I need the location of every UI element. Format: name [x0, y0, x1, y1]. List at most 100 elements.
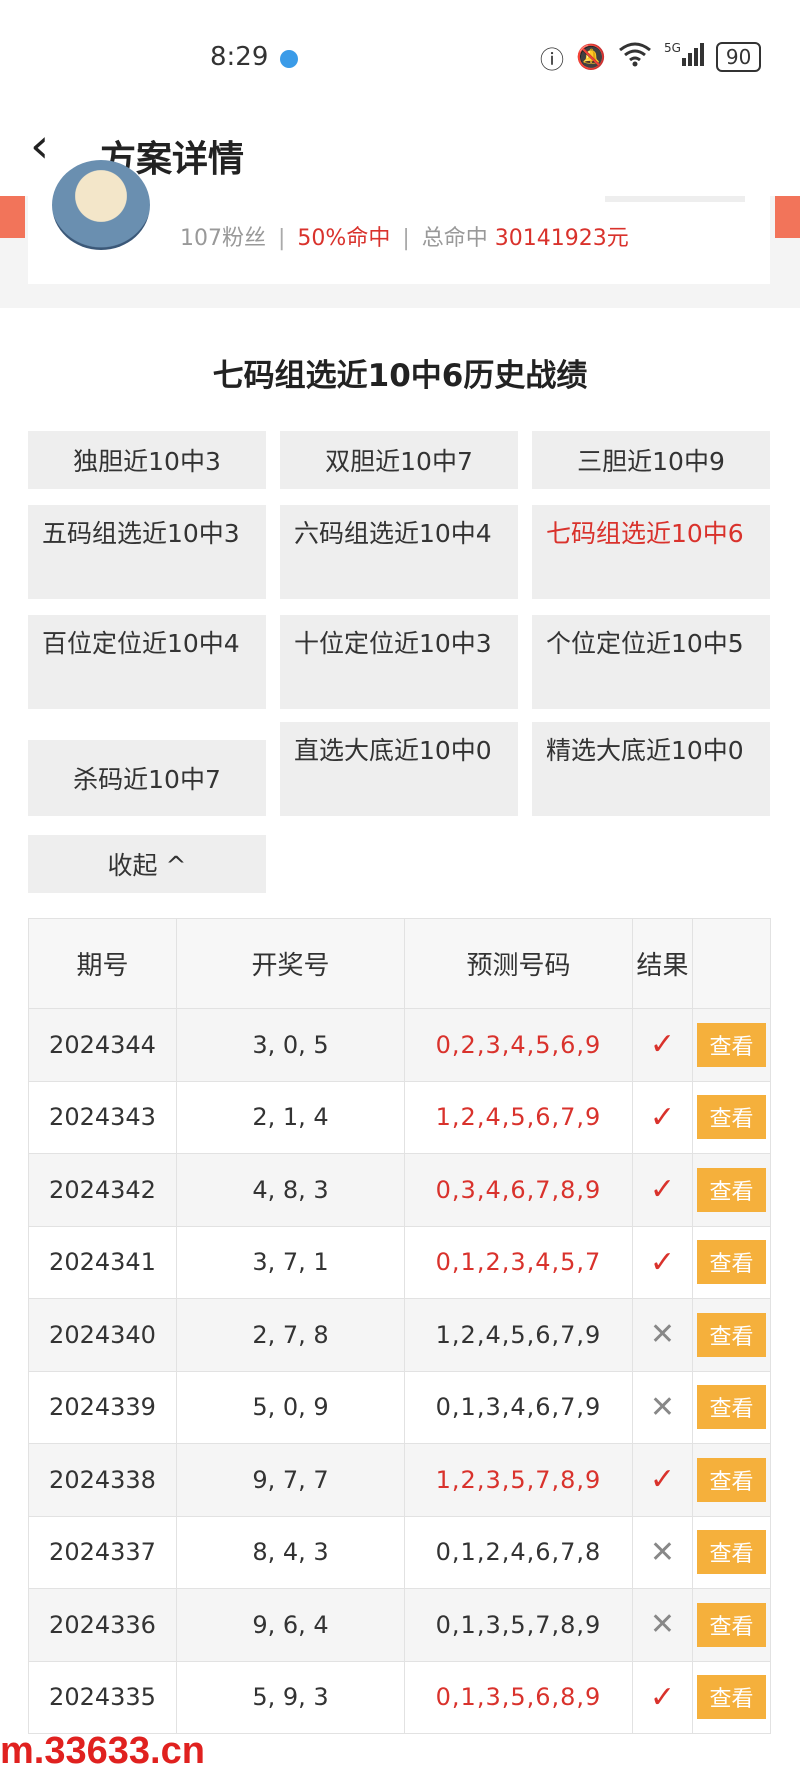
- tab-double-dan[interactable]: 双胆近10中7: [280, 431, 518, 489]
- status-bar: 8:29 ⓘ 🔕 5G 90: [0, 0, 800, 100]
- header-draw: 开奖号: [176, 918, 405, 1009]
- tab-five-code[interactable]: 五码组选近10中3: [28, 505, 266, 599]
- prediction-numbers: 0,1,2,4,6,7,8: [435, 1538, 602, 1567]
- view-button[interactable]: 查看: [697, 1457, 766, 1502]
- prediction-numbers: 1,2,4,5,6,7,9: [435, 1103, 602, 1132]
- header-result: 结果: [632, 918, 693, 1009]
- result-cell: ✓: [632, 1008, 693, 1082]
- table-row: 2024335 5, 9, 3 0,1,3,5,6,8,9 ✓ 查看: [28, 1660, 771, 1734]
- signal-icon: 5G: [664, 40, 704, 74]
- prediction-cell: 1,2,4,5,6,7,9: [404, 1080, 633, 1154]
- tab-kill-code[interactable]: 杀码近10中7: [28, 740, 266, 816]
- action-cell: 查看: [692, 1153, 771, 1227]
- wifi-icon: [618, 41, 652, 73]
- header-action: [692, 918, 771, 1009]
- result-cell: ✕: [632, 1588, 693, 1662]
- result-cell: ✓: [632, 1443, 693, 1517]
- status-icons: ⓘ 🔕 5G 90: [540, 40, 762, 74]
- result-cell: ✕: [632, 1515, 693, 1589]
- cross-icon: ✕: [649, 1534, 676, 1570]
- cross-icon: ✕: [649, 1607, 676, 1643]
- prediction-cell: 0,1,3,5,6,8,9: [404, 1660, 633, 1734]
- result-cell: ✓: [632, 1660, 693, 1734]
- tab-select-base[interactable]: 精选大底近10中0: [532, 722, 770, 816]
- table-row: 2024341 3, 7, 1 0,1,2,3,4,5,7 ✓ 查看: [28, 1225, 771, 1299]
- issue-cell: 2024339: [28, 1370, 177, 1444]
- cross-icon: ✕: [649, 1389, 676, 1425]
- check-icon: ✓: [649, 1679, 676, 1715]
- follow-button-edge: [605, 196, 745, 202]
- prediction-cell: 0,1,2,4,6,7,8: [404, 1515, 633, 1589]
- action-cell: 查看: [692, 1298, 771, 1372]
- tab-seven-code[interactable]: 七码组选近10中6: [532, 505, 770, 599]
- banner-stripe-left: [0, 196, 25, 238]
- draw-cell: 8, 4, 3: [176, 1515, 405, 1589]
- action-cell: 查看: [692, 1225, 771, 1299]
- collapse-button[interactable]: 收起 ^: [28, 835, 266, 893]
- issue-cell: 2024338: [28, 1443, 177, 1517]
- prediction-cell: 0,3,4,6,7,8,9: [404, 1153, 633, 1227]
- draw-cell: 9, 6, 4: [176, 1588, 405, 1662]
- issue-cell: 2024337: [28, 1515, 177, 1589]
- battery-icon: 90: [715, 42, 762, 72]
- draw-cell: 3, 7, 1: [176, 1225, 405, 1299]
- tab-units-position[interactable]: 个位定位近10中5: [532, 615, 770, 709]
- tab-triple-dan[interactable]: 三胆近10中9: [532, 431, 770, 489]
- action-cell: 查看: [692, 1008, 771, 1082]
- result-cell: ✓: [632, 1153, 693, 1227]
- table-row: 2024343 2, 1, 4 1,2,4,5,6,7,9 ✓ 查看: [28, 1080, 771, 1154]
- prediction-cell: 0,1,3,5,7,8,9: [404, 1588, 633, 1662]
- draw-cell: 9, 7, 7: [176, 1443, 405, 1517]
- tab-tens-position[interactable]: 十位定位近10中3: [280, 615, 518, 709]
- issue-cell: 2024336: [28, 1588, 177, 1662]
- fans-count: 107粉丝: [180, 226, 266, 251]
- view-button[interactable]: 查看: [697, 1530, 766, 1575]
- table-row: 2024338 9, 7, 7 1,2,3,5,7,8,9 ✓ 查看: [28, 1443, 771, 1517]
- draw-cell: 3, 0, 5: [176, 1008, 405, 1082]
- view-button[interactable]: 查看: [697, 1167, 766, 1212]
- avatar[interactable]: [52, 160, 150, 250]
- view-button[interactable]: 查看: [697, 1022, 766, 1067]
- banner-stripe-right: [775, 196, 800, 238]
- status-time: 8:29: [210, 42, 269, 72]
- issue-cell: 2024341: [28, 1225, 177, 1299]
- action-cell: 查看: [692, 1588, 771, 1662]
- tab-six-code[interactable]: 六码组选近10中4: [280, 505, 518, 599]
- view-button[interactable]: 查看: [697, 1312, 766, 1357]
- result-cell: ✕: [632, 1298, 693, 1372]
- view-button[interactable]: 查看: [697, 1602, 766, 1647]
- check-icon: ✓: [649, 1099, 676, 1135]
- view-button[interactable]: 查看: [697, 1095, 766, 1140]
- notification-dot-icon: [280, 50, 298, 68]
- tab-single-dan[interactable]: 独胆近10中3: [28, 431, 266, 489]
- draw-cell: 5, 9, 3: [176, 1660, 405, 1734]
- prediction-numbers: 1,2,4,5,6,7,9: [435, 1320, 602, 1349]
- prediction-numbers: 0,1,2,3,4,5,7: [435, 1248, 602, 1277]
- tab-direct-base[interactable]: 直选大底近10中0: [280, 722, 518, 816]
- table-row: 2024344 3, 0, 5 0,2,3,4,5,6,9 ✓ 查看: [28, 1008, 771, 1082]
- network-type: 5G: [664, 41, 681, 55]
- action-cell: 查看: [692, 1515, 771, 1589]
- table-header-row: 期号 开奖号 预测号码 结果: [28, 918, 771, 1009]
- result-cell: ✕: [632, 1370, 693, 1444]
- tab-hundreds-position[interactable]: 百位定位近10中4: [28, 615, 266, 709]
- back-chevron-icon[interactable]: ‹: [30, 122, 49, 170]
- draw-cell: 2, 1, 4: [176, 1080, 405, 1154]
- view-button[interactable]: 查看: [697, 1240, 766, 1285]
- action-cell: 查看: [692, 1660, 771, 1734]
- hit-rate: 50%命中: [297, 226, 391, 251]
- result-cell: ✓: [632, 1080, 693, 1154]
- draw-cell: 4, 8, 3: [176, 1153, 405, 1227]
- table-row: 2024336 9, 6, 4 0,1,3,5,7,8,9 ✕ 查看: [28, 1588, 771, 1662]
- prediction-numbers: 0,1,3,4,6,7,9: [435, 1393, 602, 1422]
- view-button[interactable]: 查看: [697, 1675, 766, 1720]
- view-button[interactable]: 查看: [697, 1385, 766, 1430]
- prediction-numbers: 1,2,3,5,7,8,9: [435, 1465, 602, 1494]
- table-row: 2024339 5, 0, 9 0,1,3,4,6,7,9 ✕ 查看: [28, 1370, 771, 1444]
- profile-stats: 107粉丝 | 50%命中 | 总命中 30141923元: [180, 226, 629, 251]
- watermark-domain: m.33633.cn: [0, 1730, 205, 1772]
- prediction-numbers: 0,1,3,5,7,8,9: [435, 1610, 602, 1639]
- total-hit-value: 30141923元: [494, 226, 629, 251]
- prediction-cell: 0,1,3,4,6,7,9: [404, 1370, 633, 1444]
- action-cell: 查看: [692, 1370, 771, 1444]
